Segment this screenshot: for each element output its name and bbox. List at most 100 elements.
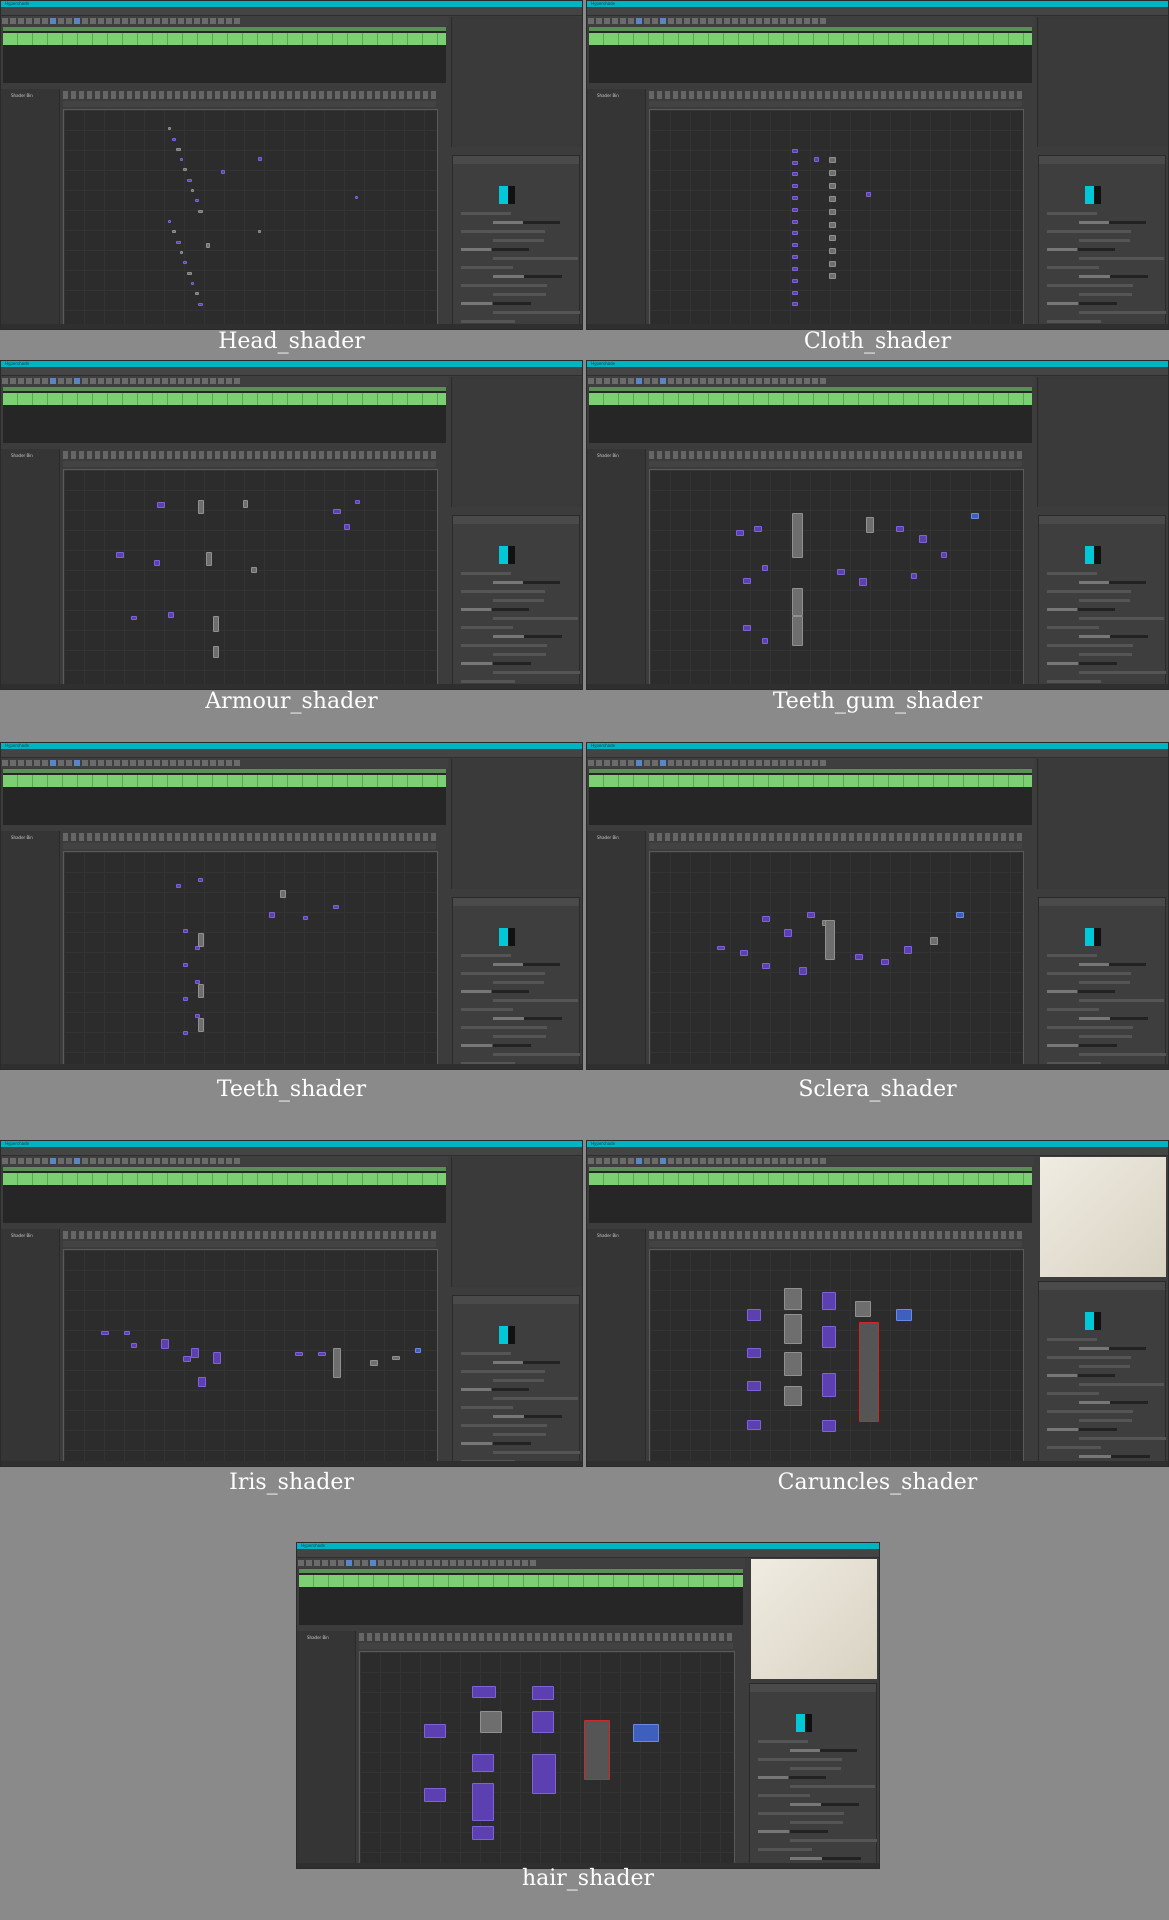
toolbar-icon[interactable] <box>210 760 216 766</box>
toolbar-icon[interactable] <box>338 1560 344 1566</box>
toolbar-icon[interactable] <box>114 760 120 766</box>
attribute-row[interactable] <box>758 1830 828 1833</box>
attribute-row[interactable] <box>1047 302 1117 305</box>
shader-node[interactable] <box>269 911 276 918</box>
node-editor-toolbar[interactable] <box>63 1231 436 1239</box>
attribute-row[interactable] <box>1079 653 1132 656</box>
attribute-row[interactable] <box>790 1821 843 1824</box>
toolbar-icon[interactable] <box>708 760 714 766</box>
toolbar-icon[interactable] <box>2 18 8 24</box>
attribute-row[interactable] <box>493 1035 546 1038</box>
attribute-row[interactable] <box>461 1406 513 1409</box>
toolbar-icon[interactable] <box>402 1560 408 1566</box>
attribute-row[interactable] <box>461 302 531 305</box>
attribute-row[interactable] <box>461 662 531 665</box>
toolbar-icon[interactable] <box>620 378 626 384</box>
shader-node[interactable] <box>332 905 339 910</box>
browser-tabs[interactable] <box>3 1167 446 1171</box>
toolbar-icon[interactable] <box>186 378 192 384</box>
shader-node[interactable] <box>183 962 189 967</box>
shader-node[interactable] <box>829 247 837 254</box>
attribute-row[interactable] <box>461 1424 547 1427</box>
browser-tabs[interactable] <box>589 1167 1032 1171</box>
attribute-row[interactable] <box>1047 1428 1117 1431</box>
shader-node[interactable] <box>791 172 798 177</box>
toolbar-icon[interactable] <box>780 378 786 384</box>
toolbar-icon[interactable] <box>178 378 184 384</box>
attribute-row[interactable] <box>461 626 513 629</box>
toolbar-icon[interactable] <box>458 1560 464 1566</box>
shader-node[interactable] <box>791 278 798 283</box>
toolbar-icon[interactable] <box>34 378 40 384</box>
shader-node[interactable] <box>836 568 845 575</box>
swatch-shelf[interactable] <box>589 1173 1032 1185</box>
shader-node[interactable] <box>858 1322 879 1423</box>
swatch-shelf[interactable] <box>3 33 446 45</box>
toolbar-icon[interactable] <box>218 378 224 384</box>
shader-node[interactable] <box>257 230 261 234</box>
shader-node[interactable] <box>153 560 160 567</box>
attribute-row[interactable] <box>1079 689 1150 690</box>
attribute-row[interactable] <box>1079 1455 1150 1458</box>
shader-node[interactable] <box>866 191 872 197</box>
toolbar-icon[interactable] <box>146 18 152 24</box>
node-editor-graph[interactable] <box>649 851 1024 1066</box>
attribute-row[interactable] <box>1079 1437 1166 1440</box>
toolbar-icon[interactable] <box>2 760 8 766</box>
shader-node[interactable] <box>532 1685 555 1700</box>
toolbar-icon[interactable] <box>716 18 722 24</box>
shader-node[interactable] <box>198 877 204 882</box>
shader-node[interactable] <box>929 937 938 946</box>
shader-node[interactable] <box>175 147 181 151</box>
shader-node[interactable] <box>791 616 803 647</box>
attribute-row[interactable] <box>493 1451 580 1454</box>
toolbar-icon[interactable] <box>796 1158 802 1164</box>
shader-node[interactable] <box>821 1292 836 1311</box>
toolbar-icon[interactable] <box>636 760 642 766</box>
attribute-row[interactable] <box>461 230 545 233</box>
attribute-row[interactable] <box>493 635 562 638</box>
toolbar-icon[interactable] <box>676 760 682 766</box>
toolbar-icon[interactable] <box>450 1560 456 1566</box>
toolbar-icon[interactable] <box>612 18 618 24</box>
shader-node[interactable] <box>198 209 204 213</box>
attribute-row[interactable] <box>1047 662 1117 665</box>
node-editor-tabs[interactable] <box>63 1241 436 1247</box>
attribute-row[interactable] <box>1079 1383 1164 1386</box>
shader-node[interactable] <box>829 273 837 280</box>
toolbar-icon[interactable] <box>306 1560 312 1566</box>
toolbar-icon[interactable] <box>652 18 658 24</box>
toolbar-icon[interactable] <box>434 1560 440 1566</box>
toolbar-icon[interactable] <box>530 1560 536 1566</box>
toolbar-icon[interactable] <box>708 1158 714 1164</box>
toolbar-icon[interactable] <box>66 760 72 766</box>
shader-node[interactable] <box>194 199 199 203</box>
attribute-row[interactable] <box>1079 1053 1166 1056</box>
toolbar-icon[interactable] <box>194 760 200 766</box>
shader-node[interactable] <box>791 231 798 236</box>
toolbar-icon[interactable] <box>226 18 232 24</box>
shader-node[interactable] <box>791 302 798 307</box>
attribute-row[interactable] <box>1079 1419 1132 1422</box>
attribute-row[interactable] <box>758 1812 844 1815</box>
toolbar-icon[interactable] <box>684 760 690 766</box>
toolbar-icon[interactable] <box>708 378 714 384</box>
attribute-row[interactable] <box>1047 1026 1133 1029</box>
toolbar-icon[interactable] <box>700 760 706 766</box>
toolbar-icon[interactable] <box>644 18 650 24</box>
attribute-row[interactable] <box>1047 680 1101 683</box>
attribute-row[interactable] <box>493 963 560 966</box>
toolbar-icon[interactable] <box>474 1560 480 1566</box>
shader-node[interactable] <box>791 290 798 295</box>
toolbar-icon[interactable] <box>668 760 674 766</box>
toolbar-icon[interactable] <box>34 18 40 24</box>
toolbar-icon[interactable] <box>772 760 778 766</box>
toolbar-icon[interactable] <box>820 760 826 766</box>
browser-tabs[interactable] <box>589 769 1032 773</box>
toolbar-icon[interactable] <box>442 1560 448 1566</box>
toolbar-icon[interactable] <box>644 760 650 766</box>
shader-node[interactable] <box>198 1018 205 1033</box>
shader-node[interactable] <box>896 525 905 532</box>
attribute-row[interactable] <box>493 221 560 224</box>
shader-node[interactable] <box>806 911 815 918</box>
